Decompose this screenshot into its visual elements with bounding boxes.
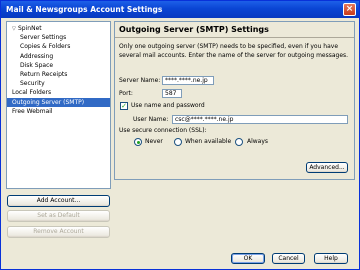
window-title: Mail & Newsgroups Account Settings <box>6 5 163 14</box>
ssl-when-available-label: When available <box>185 138 232 145</box>
add-account-button[interactable]: Add Account... <box>7 195 110 207</box>
account-tree[interactable]: ▽ SpinNet Server Settings Copies & Folder… <box>6 21 111 189</box>
port-label: Port: <box>119 90 133 97</box>
tree-item-addressing[interactable]: Addressing <box>7 52 110 61</box>
port-field[interactable]: 587 <box>162 89 182 98</box>
ssl-always-label: Always <box>247 138 269 145</box>
tree-item-outgoing-server[interactable]: Outgoing Server (SMTP) <box>7 97 110 107</box>
panel-description: Only one outgoing server (SMTP) needs to… <box>119 43 349 59</box>
tree-item-label: Outgoing Server (SMTP) <box>12 98 85 106</box>
server-name-label: Server Name: <box>119 77 161 84</box>
ssl-always-radio[interactable] <box>235 138 243 146</box>
tree-item-spinnet[interactable]: ▽ SpinNet <box>7 24 110 33</box>
use-name-password-checkbox[interactable]: ✓ <box>120 102 128 110</box>
advanced-button[interactable]: Advanced... <box>306 162 348 173</box>
tree-item-copies-folders[interactable]: Copies & Folders <box>7 42 110 51</box>
tree-item-local-folders[interactable]: Local Folders <box>7 88 110 97</box>
tree-item-label: Addressing <box>20 52 54 60</box>
ssl-label: Use secure connection (SSL): <box>119 127 207 134</box>
ok-button[interactable]: OK <box>231 253 265 264</box>
tree-item-label: Return Receipts <box>20 70 68 78</box>
title-bar[interactable]: Mail & Newsgroups Account Settings × <box>1 1 359 18</box>
ssl-never-label: Never <box>145 138 163 145</box>
server-name-field[interactable]: ****.****.ne.jp <box>162 76 214 85</box>
user-name-label: User Name: <box>133 116 169 123</box>
ssl-never-radio[interactable] <box>134 138 142 146</box>
account-settings-window: Mail & Newsgroups Account Settings × ▽ Sp… <box>0 0 360 270</box>
set-default-button[interactable]: Set as Default <box>7 210 110 222</box>
tree-item-label: Copies & Folders <box>20 43 71 51</box>
ssl-when-available-radio[interactable] <box>174 138 182 146</box>
remove-account-button[interactable]: Remove Account <box>7 226 110 238</box>
tree-item-label: Security <box>20 80 45 88</box>
tree-item-label: Free Webmail <box>12 107 53 115</box>
tree-item-label: Disk Space <box>20 61 54 69</box>
tree-item-security[interactable]: Security <box>7 79 110 88</box>
tree-item-return-receipts[interactable]: Return Receipts <box>7 70 110 79</box>
tree-item-disk-space[interactable]: Disk Space <box>7 61 110 70</box>
tree-item-label: SpinNet <box>18 25 42 32</box>
panel-title: Outgoing Server (SMTP) Settings <box>115 22 354 38</box>
user-name-field[interactable]: csc@****.****.ne.jp <box>172 115 348 124</box>
tree-item-server-settings[interactable]: Server Settings <box>7 33 110 42</box>
tree-item-label: Server Settings <box>20 34 67 42</box>
tree-item-free-webmail[interactable]: Free Webmail <box>7 107 110 116</box>
help-button[interactable]: Help <box>314 253 348 264</box>
close-icon[interactable]: × <box>343 3 356 16</box>
smtp-settings-panel: Outgoing Server (SMTP) Settings Only one… <box>114 21 355 180</box>
radio-selected-dot <box>137 141 140 144</box>
tree-item-label: Local Folders <box>12 89 52 97</box>
cancel-button[interactable]: Cancel <box>272 253 305 264</box>
use-name-password-label: Use name and password <box>131 102 205 109</box>
